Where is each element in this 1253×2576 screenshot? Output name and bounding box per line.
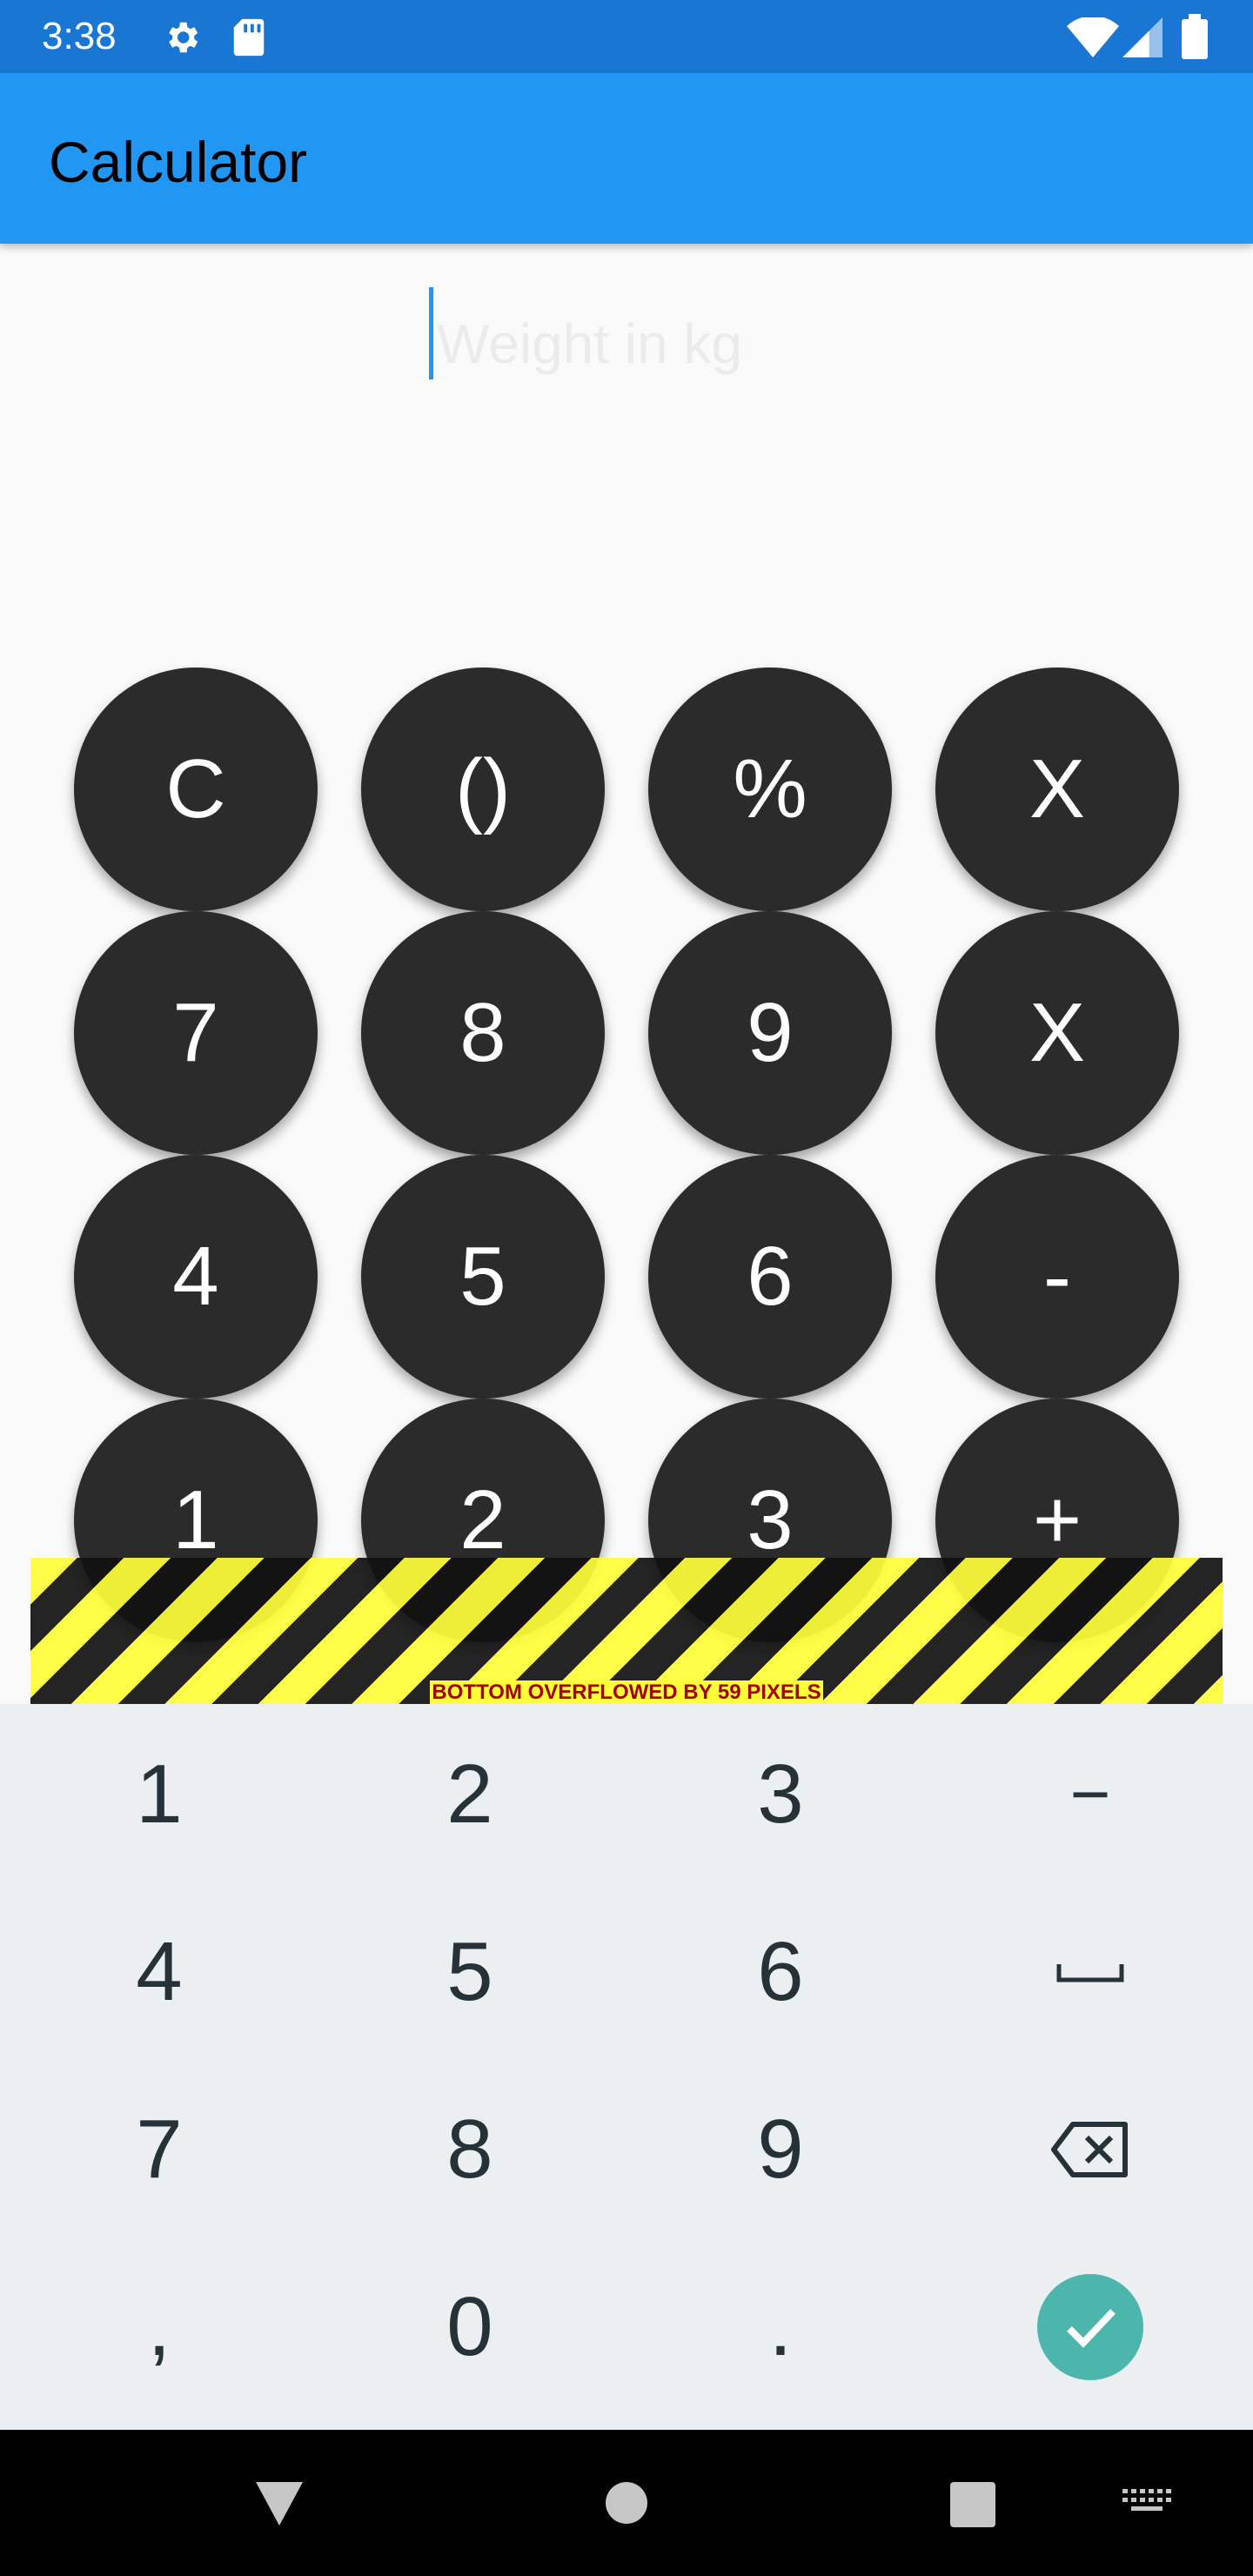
- kb-key-period[interactable]: .: [624, 2238, 937, 2416]
- kb-key-2[interactable]: 2: [313, 1706, 626, 1883]
- kb-key-9[interactable]: 9: [624, 2061, 937, 2238]
- status-bar: 3:38: [0, 0, 1253, 73]
- weight-input-field[interactable]: [0, 244, 1253, 644]
- backspace-icon: [1051, 2122, 1128, 2177]
- key-8[interactable]: 8: [361, 911, 605, 1155]
- sd-card-icon: [233, 18, 265, 57]
- key-multiply-top[interactable]: X: [935, 667, 1179, 911]
- kb-key-backspace[interactable]: [934, 2061, 1247, 2238]
- kb-key-done[interactable]: [934, 2238, 1247, 2416]
- key-minus[interactable]: -: [935, 1155, 1179, 1399]
- kb-key-0[interactable]: 0: [313, 2238, 626, 2416]
- gear-icon: [169, 22, 198, 53]
- kb-key-6[interactable]: 6: [624, 1883, 937, 2061]
- kb-key-minus[interactable]: −: [934, 1706, 1247, 1883]
- battery-icon: [1182, 14, 1208, 59]
- key-clear[interactable]: C: [74, 667, 318, 911]
- kb-key-8[interactable]: 8: [313, 2061, 626, 2238]
- key-parentheses[interactable]: (): [361, 667, 605, 911]
- key-percent[interactable]: %: [648, 667, 892, 911]
- kb-key-1[interactable]: 1: [3, 1706, 316, 1883]
- key-5[interactable]: 5: [361, 1155, 605, 1399]
- home-icon[interactable]: [604, 2480, 649, 2526]
- keyboard-icon[interactable]: [1122, 2489, 1171, 2519]
- weight-input-placeholder: Weight in kg: [437, 312, 742, 375]
- key-7[interactable]: 7: [74, 911, 318, 1155]
- kb-key-space[interactable]: [934, 1883, 1247, 2061]
- done-check-icon: [1037, 2274, 1143, 2380]
- numeric-keyboard: 1 2 3 − 4 5 6 7 8 9 , 0 .: [0, 1704, 1253, 2430]
- kb-key-3[interactable]: 3: [624, 1706, 937, 1883]
- app-title: Calculator: [49, 130, 308, 194]
- signal-icon: [1122, 17, 1163, 57]
- recents-icon[interactable]: [950, 2482, 995, 2527]
- app-bar: Calculator: [0, 73, 1253, 244]
- status-time: 3:38: [42, 15, 117, 57]
- kb-key-5[interactable]: 5: [313, 1883, 626, 2061]
- kb-key-7[interactable]: 7: [3, 2061, 316, 2238]
- space-icon: [1056, 1964, 1124, 1982]
- overflow-warning-label: BOTTOM OVERFLOWED BY 59 PIXELS: [430, 1680, 823, 1704]
- key-multiply[interactable]: X: [935, 911, 1179, 1155]
- key-4[interactable]: 4: [74, 1155, 318, 1399]
- key-6[interactable]: 6: [648, 1155, 892, 1399]
- text-cursor: [429, 287, 433, 379]
- kb-key-4[interactable]: 4: [3, 1883, 316, 2061]
- navigation-bar: [0, 2430, 1253, 2576]
- back-icon[interactable]: [252, 2480, 306, 2527]
- wifi-icon: [1067, 17, 1119, 57]
- key-9[interactable]: 9: [648, 911, 892, 1155]
- kb-key-comma[interactable]: ,: [3, 2238, 316, 2416]
